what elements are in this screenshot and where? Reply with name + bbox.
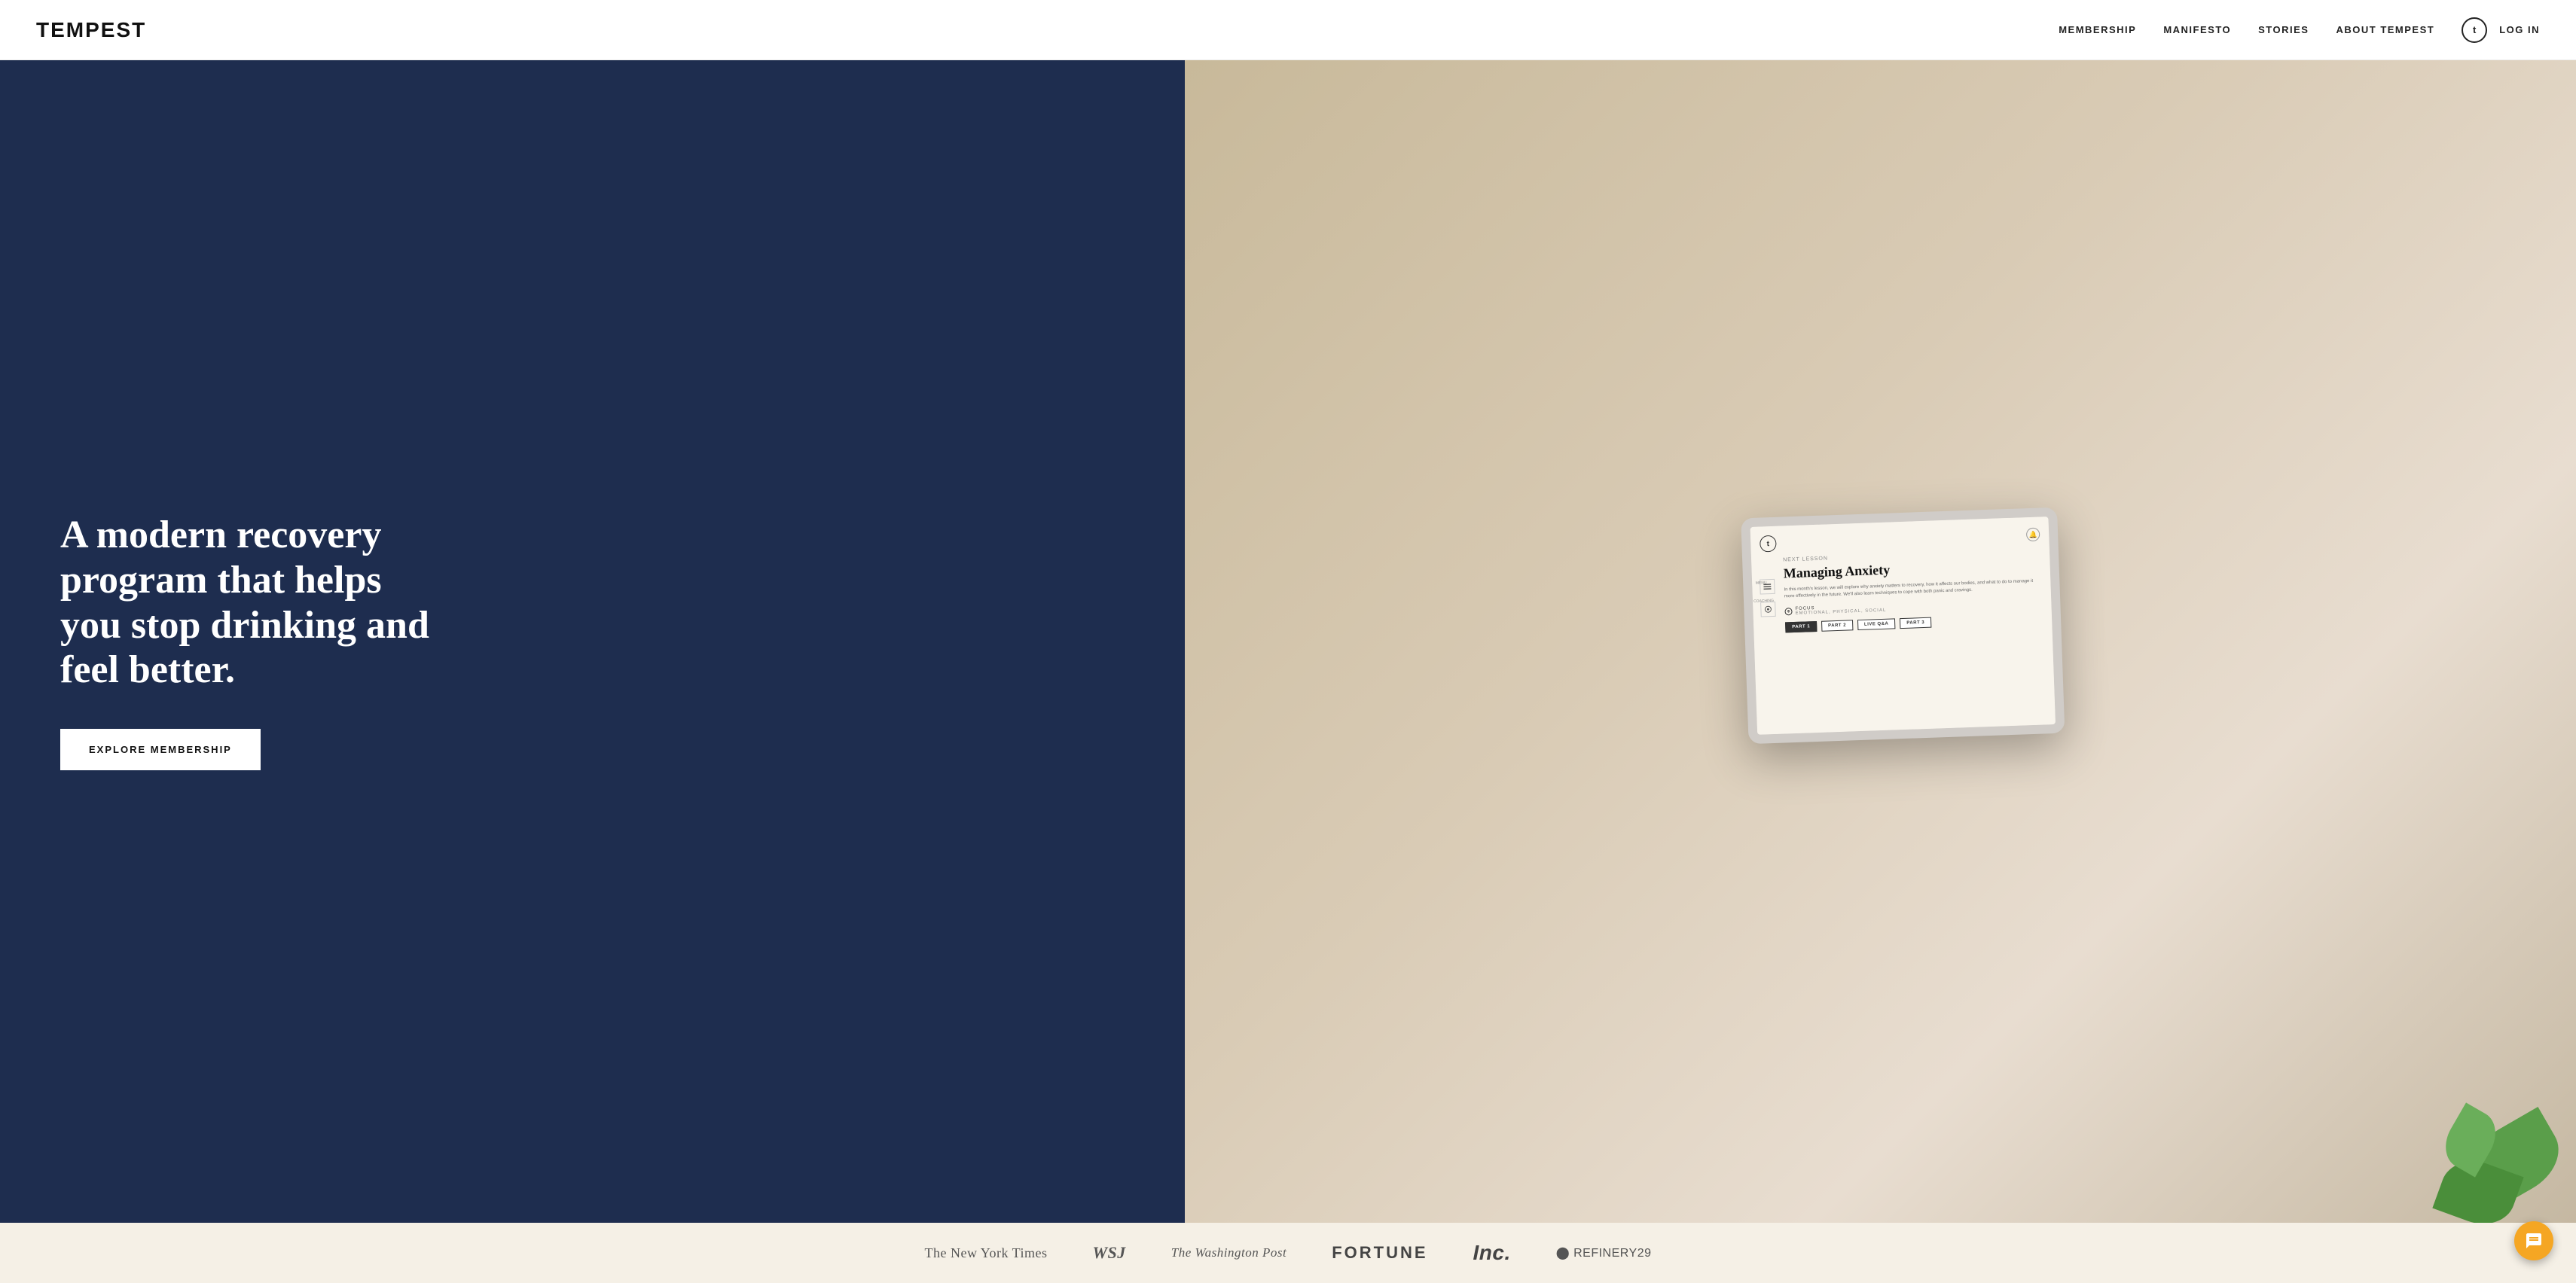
tablet-coaching-label: COACHING <box>1753 599 1770 604</box>
tablet-screen: t 🔔 NEXT LESSON Managing Anxiety In this… <box>1750 517 2055 735</box>
tablet-focus-label: FOCUS EMOTIONAL, PHYSICAL, SOCIAL <box>1795 604 1886 616</box>
tablet-part2-button[interactable]: PART 2 <box>1821 620 1852 631</box>
tablet-parts-row: PART 1 PART 2 LIVE Q&A PART 3 <box>1785 613 2043 632</box>
tablet-focus-icon: ⊕ <box>1784 608 1792 615</box>
media-logos-bar: The New York Times WSJ The Washington Po… <box>0 1223 2576 1283</box>
login-area: t LOG IN <box>2462 17 2540 43</box>
hero-right-panel: t 🔔 NEXT LESSON Managing Anxiety In this… <box>1185 60 2576 1223</box>
tablet-liveqa-button[interactable]: LIVE Q&A <box>1857 618 1895 630</box>
refinery29-logo: ⬤ REFINERY29 <box>1556 1245 1652 1260</box>
plant-decoration <box>2440 1072 2576 1223</box>
hero-section: A modern recovery program that helps you… <box>0 60 2576 1223</box>
hero-left-panel: A modern recovery program that helps you… <box>0 60 1185 1223</box>
tablet-part3-button[interactable]: PART 3 <box>1900 617 1931 628</box>
tablet-notification-bell: 🔔 <box>2025 528 2040 542</box>
tablet-part1-button[interactable]: PART 1 <box>1785 621 1817 632</box>
chat-bubble-button[interactable] <box>2514 1221 2553 1260</box>
nav-stories[interactable]: STORIES <box>2258 24 2309 35</box>
hero-heading: A modern recovery program that helps you… <box>60 513 437 693</box>
nav-manifesto[interactable]: MANIFESTO <box>2163 24 2231 35</box>
tablet-logo: t <box>1760 535 1777 553</box>
chat-icon <box>2525 1232 2543 1250</box>
inc-logo: Inc. <box>1473 1241 1511 1265</box>
site-header: TEMPEST MEMBERSHIP MANIFESTO STORIES ABO… <box>0 0 2576 60</box>
wapo-logo: The Washington Post <box>1171 1245 1286 1260</box>
fortune-logo: FORTUNE <box>1332 1243 1427 1263</box>
tablet-top-bar: t 🔔 <box>1760 526 2040 553</box>
hero-content: A modern recovery program that helps you… <box>60 513 437 770</box>
main-nav: MEMBERSHIP MANIFESTO STORIES ABOUT TEMPE… <box>2059 17 2540 43</box>
nav-membership[interactable]: MEMBERSHIP <box>2059 24 2136 35</box>
wsj-logo: WSJ <box>1093 1243 1126 1263</box>
site-logo[interactable]: TEMPEST <box>36 18 146 42</box>
tablet-focus-row: ⊕ FOCUS EMOTIONAL, PHYSICAL, SOCIAL <box>1784 598 2042 616</box>
tablet-coaching-icon[interactable] <box>1760 602 1776 617</box>
tablet-menu-label: MENU <box>1753 581 1769 586</box>
tablet-lesson-description: In this month's lesson, we will explore … <box>1784 578 2041 601</box>
nyt-logo: The New York Times <box>924 1245 1047 1261</box>
nav-about[interactable]: ABOUT TEMPEST <box>2336 24 2434 35</box>
tablet-scene: t 🔔 NEXT LESSON Managing Anxiety In this… <box>1185 60 2576 1223</box>
tablet-mockup: t 🔔 NEXT LESSON Managing Anxiety In this… <box>1741 507 2065 744</box>
login-icon[interactable]: t <box>2462 17 2487 43</box>
explore-membership-button[interactable]: EXPLORE MEMBERSHIP <box>60 729 261 770</box>
login-button[interactable]: LOG IN <box>2499 24 2540 35</box>
